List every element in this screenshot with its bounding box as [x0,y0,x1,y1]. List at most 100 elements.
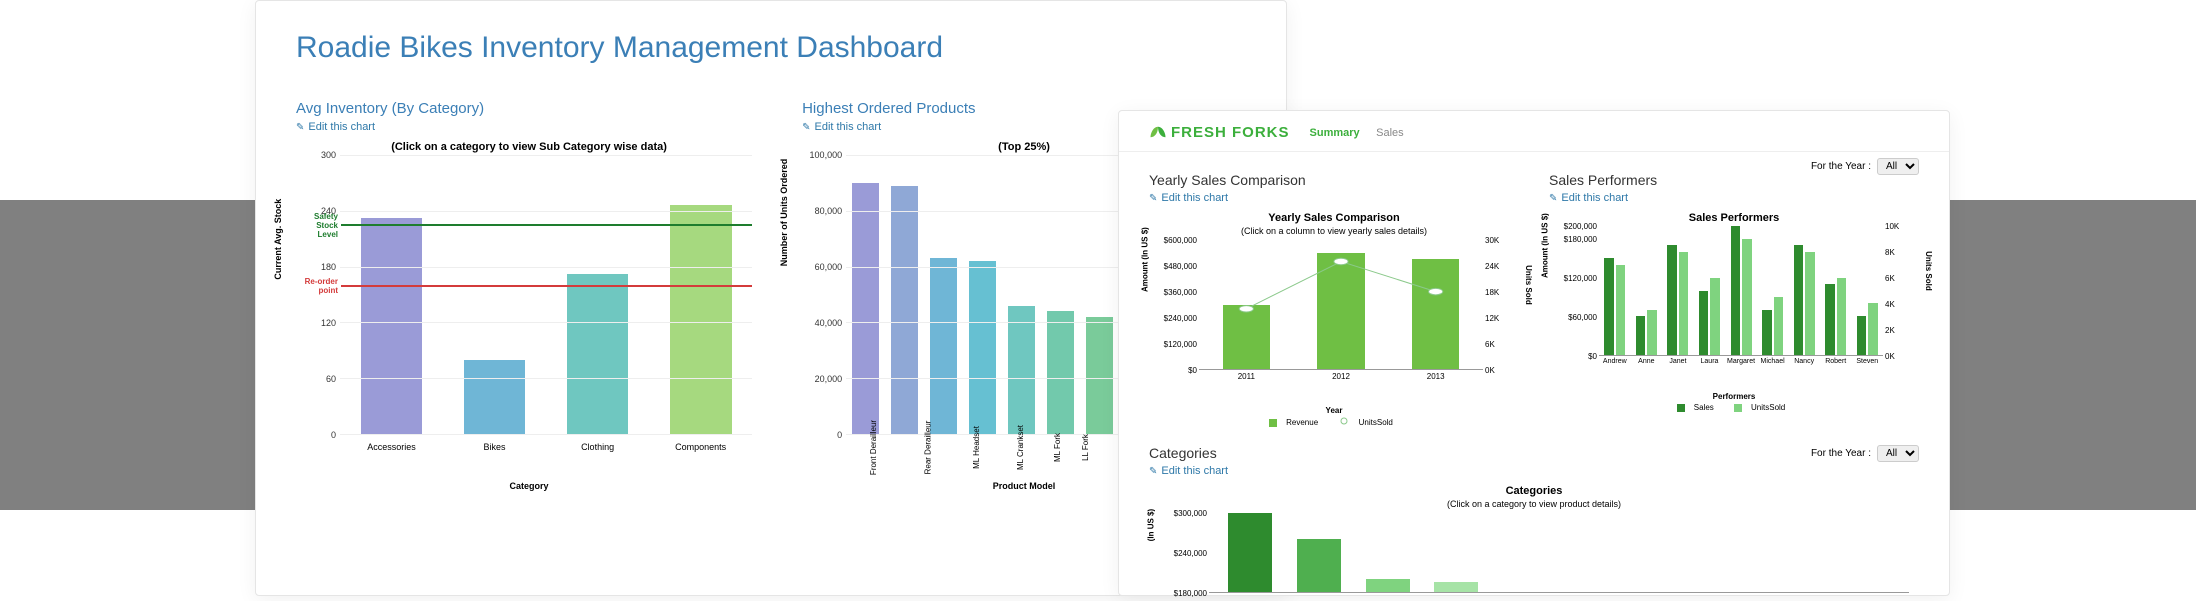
safety-stock-label: Safety Stock Level [296,212,341,239]
bar[interactable] [567,274,629,434]
bar[interactable] [1762,310,1771,355]
tab-summary[interactable]: Summary [1310,127,1360,139]
bar[interactable] [464,360,526,434]
chart-avg-inventory[interactable]: Current Avg. Stock 060120180240300 Safet… [296,155,762,475]
tick-label: LL Fork [1072,439,1099,475]
bar[interactable] [1710,278,1719,355]
bar[interactable] [1837,278,1846,355]
bar[interactable] [1297,539,1341,592]
x-axis-label: Category [296,481,762,491]
x-axis-label: Performers [1549,392,1919,401]
tick-label: Andrew [1599,358,1631,372]
bar[interactable] [1616,265,1625,355]
bar[interactable] [1699,291,1708,356]
tick-label: 6K [1485,340,1509,349]
leaf-icon [1149,125,1167,139]
bar[interactable] [1805,252,1814,355]
tick-label: $0 [1549,352,1597,361]
chart-sales-performers[interactable]: Amount (In US $) Units Sold $0$60,000$12… [1549,226,1919,386]
tick-label: 12K [1485,314,1509,323]
filter-label: For the Year : [1811,448,1871,459]
tick-label: $300,000 [1149,509,1207,518]
bar[interactable] [1667,245,1676,355]
bar[interactable] [1857,316,1866,355]
tick-label: Front Derailleur [846,439,901,475]
tick-label: Components [649,439,752,475]
tick-label: 2K [1885,326,1909,335]
bar[interactable] [1366,579,1410,592]
tick-label: $600,000 [1149,236,1197,245]
bar[interactable] [1008,306,1035,434]
edit-chart-link[interactable]: Edit this chart [296,121,762,133]
tick-label: 30K [1485,236,1509,245]
bar[interactable] [930,258,957,434]
tick-label: $120,000 [1549,274,1597,283]
tick-label: 0K [1885,352,1909,361]
edit-chart-link[interactable]: Edit this chart [1149,465,1919,477]
bar[interactable] [361,218,423,434]
tick-label: Bikes [443,439,546,475]
bar[interactable] [670,205,732,434]
chart-title: Yearly Sales Comparison [1149,212,1519,224]
bar[interactable] [1086,317,1113,434]
x-axis-label: Year [1149,406,1519,415]
bar[interactable] [1317,253,1364,369]
tick-label: 6K [1885,274,1909,283]
tab-sales[interactable]: Sales [1376,127,1404,139]
tick-label: 100,000 [806,150,842,160]
tick-label: 180 [300,262,336,272]
bar[interactable] [891,186,918,434]
tick-label: Michael [1757,358,1789,372]
bar[interactable] [1047,311,1074,434]
bar[interactable] [852,183,879,434]
bar[interactable] [1412,259,1459,369]
bar[interactable] [1636,316,1645,355]
y-axis-label: Number of Units Ordered [779,159,789,267]
tick-label: 2013 [1388,372,1483,386]
year-select[interactable]: All [1877,158,1919,175]
tick-label: Laura [1694,358,1726,372]
section-title: Categories [1149,445,1919,461]
edit-chart-link[interactable]: Edit this chart [1549,192,1919,204]
bar[interactable] [1223,305,1270,370]
tick-label: $0 [1149,366,1197,375]
tick-label: $480,000 [1149,262,1197,271]
bar[interactable] [1825,284,1834,355]
bar[interactable] [1868,303,1877,355]
bar[interactable] [1774,297,1783,355]
tick-label: 10K [1885,222,1909,231]
tick-label: $240,000 [1149,549,1207,558]
section-avg-inventory: Avg Inventory (By Category) Edit this ch… [296,85,762,491]
bar[interactable] [1731,226,1740,355]
dashboard-title: Roadie Bikes Inventory Management Dashbo… [256,1,1286,85]
tick-label: ML Headset [955,439,998,475]
tick-label: 300 [300,150,336,160]
tick-label: $240,000 [1149,314,1197,323]
bar[interactable] [1679,252,1688,355]
bar[interactable] [1794,245,1803,355]
bar[interactable] [1742,239,1751,355]
tick-label: $60,000 [1549,313,1597,322]
tick-label: Nancy [1788,358,1820,372]
tick-label: 0 [300,430,336,440]
chart-yearly-sales[interactable]: Amount (In US $) Units Sold $0$120,000$2… [1149,240,1519,400]
chart-categories[interactable]: (In US $) $180,000$240,000$300,000 [1149,513,1919,593]
section-sales-performers: For the Year : All Sales Performers Edit… [1549,160,1919,427]
legend: Sales UnitsSold [1549,403,1919,412]
edit-chart-link[interactable]: Edit this chart [1149,192,1519,204]
bar[interactable] [1604,258,1613,355]
year-filter: For the Year : All [1811,158,1919,175]
bar[interactable] [969,261,996,434]
tick-label: 0K [1485,366,1509,375]
tick-label: 2012 [1294,372,1389,386]
year-filter: For the Year : All [1811,445,1919,462]
tick-label: Robert [1820,358,1852,372]
bar[interactable] [1228,513,1272,592]
bar[interactable] [1647,310,1656,355]
app-header: FRESH FORKS Summary Sales [1119,111,1949,152]
tick-label: 2011 [1199,372,1294,386]
bar[interactable] [1434,582,1478,592]
year-select[interactable]: All [1877,445,1919,462]
tick-label: 120 [300,318,336,328]
chart-title: Categories [1149,485,1919,497]
